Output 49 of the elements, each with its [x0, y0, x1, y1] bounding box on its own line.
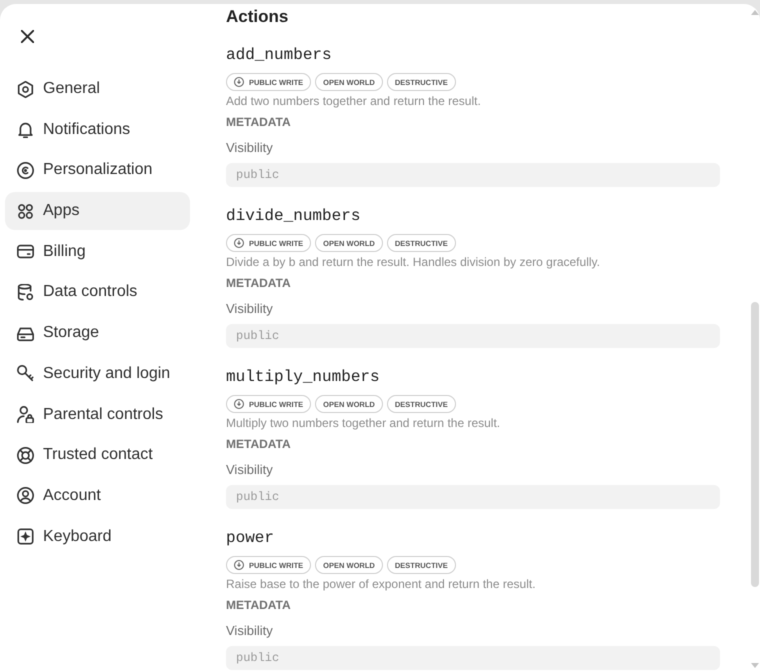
arrow-circle-icon — [234, 399, 244, 409]
sidebar-item[interactable]: Security and login — [5, 354, 190, 393]
field-label: Visibility — [226, 140, 274, 156]
tool-description: Multiply two numbers together and return the result. — [226, 416, 502, 430]
tool-description: Divide a by b and return the result. Handles division by zero gracefully. — [226, 255, 601, 269]
tool-name: power — [226, 528, 276, 548]
tool-name: divide_numbers — [226, 206, 362, 226]
arrow-circle-icon — [234, 238, 244, 248]
metadata-heading: METADATA — [226, 115, 292, 129]
arrow-circle-icon — [234, 560, 244, 570]
sidebar-item[interactable]: Account — [5, 476, 190, 515]
metadata-heading: METADATA — [226, 437, 292, 451]
sidebar-item[interactable]: Keyboard — [5, 518, 190, 556]
sidebar-item[interactable]: Data controls — [5, 273, 190, 312]
person-lock-icon — [17, 406, 34, 423]
sidebar-item[interactable]: Storage — [5, 314, 190, 352]
tool-description: Add two numbers together and return the result. — [226, 94, 482, 108]
field-label: Visibility — [226, 301, 274, 317]
section-title: Actions — [226, 6, 290, 28]
sidebar-item[interactable]: Notifications — [5, 110, 190, 149]
lifebuoy-icon — [17, 446, 34, 464]
scrollbar-thumb[interactable] — [751, 302, 759, 587]
field-label: Visibility — [226, 462, 274, 478]
database-gear-icon — [17, 284, 34, 301]
gear-icon — [17, 80, 34, 98]
arrow-circle-icon — [234, 77, 244, 87]
sidebar-item[interactable]: Parental controls — [5, 396, 190, 434]
field-label: Visibility — [226, 623, 274, 639]
close-icon — [20, 30, 34, 42]
sparkle-square-icon — [17, 528, 34, 546]
tool-name: add_numbers — [226, 45, 333, 65]
scroll-up-icon[interactable] — [751, 10, 759, 15]
key-icon — [17, 365, 34, 382]
dots-grid-icon — [17, 202, 34, 220]
sidebar-item[interactable]: Personalization — [5, 151, 190, 190]
card-icon — [17, 243, 34, 260]
sidebar-item[interactable]: Apps — [5, 192, 190, 230]
tool-name: multiply_numbers — [226, 367, 381, 387]
metadata-heading: METADATA — [226, 598, 292, 612]
swirl-circle-icon — [17, 162, 34, 179]
tool-description: Raise base to the power of exponent and return the result. — [226, 577, 537, 591]
scroll-down-icon[interactable] — [751, 663, 759, 668]
sidebar-item[interactable]: Billing — [5, 232, 190, 271]
person-circle-icon — [17, 487, 34, 504]
metadata-heading: METADATA — [226, 276, 292, 290]
drive-icon — [17, 324, 34, 342]
sidebar-item[interactable]: General — [5, 70, 190, 108]
sidebar-item[interactable]: Trusted contact — [5, 436, 190, 474]
bell-icon — [17, 121, 34, 138]
